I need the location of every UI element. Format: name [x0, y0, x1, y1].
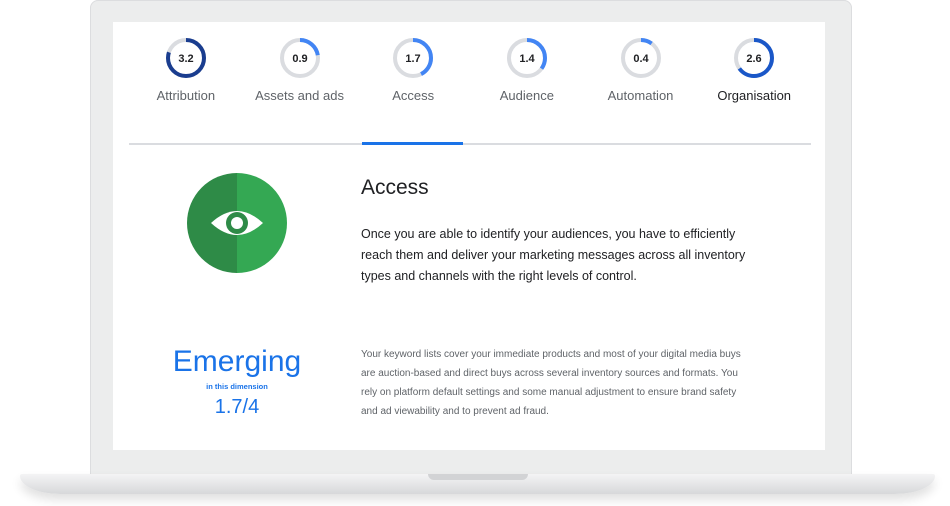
gauge-value: 0.4	[633, 53, 649, 65]
gauge-value: 1.4	[519, 53, 535, 65]
score-gauge: 1.4	[506, 38, 547, 78]
laptop-base	[20, 474, 935, 494]
score-gauge: 2.6	[734, 38, 775, 78]
tab-label: Assets and ads	[255, 88, 344, 103]
tab-label: Audience	[499, 88, 554, 103]
tab-label: Automation	[607, 88, 674, 103]
laptop-lid: 3.2 Attribution 0.9 Assets and ads 1.7 A…	[90, 0, 852, 478]
gauge-value: 1.7	[406, 53, 421, 65]
tab-label: Attribution	[156, 88, 216, 103]
laptop-screen: 3.2 Attribution 0.9 Assets and ads 1.7 A…	[113, 22, 825, 450]
eye-icon	[211, 211, 263, 235]
tab-divider	[129, 143, 811, 145]
level-subtitle: in this dimension	[206, 382, 268, 391]
gauge-value: 0.9	[292, 53, 307, 65]
tab-organisation[interactable]: 2.6 Organisation	[697, 36, 811, 132]
laptop-base-notch	[428, 474, 528, 480]
tab-access[interactable]: 1.7 Access	[356, 36, 470, 132]
tab-audience[interactable]: 1.4 Audience	[470, 36, 584, 132]
score-gauge: 0.9	[279, 38, 320, 78]
active-tab-indicator	[362, 142, 463, 145]
maturity-level: Emerging in this dimension 1.7/4	[161, 344, 313, 419]
score-gauge: 3.2	[165, 38, 206, 78]
section-description: Once you are able to identify your audie…	[361, 227, 746, 283]
gauge-value: 2.6	[747, 53, 762, 65]
score-gauge: 1.7	[393, 38, 434, 78]
tab-assets-and-ads[interactable]: 0.9 Assets and ads	[243, 36, 357, 132]
gauge-value: 3.2	[178, 53, 193, 65]
level-score: 1.7/4	[214, 396, 260, 418]
section-title: Access	[361, 176, 429, 199]
tab-automation[interactable]: 0.4 Automation	[584, 36, 698, 132]
dimension-tabs: 3.2 Attribution 0.9 Assets and ads 1.7 A…	[129, 36, 811, 132]
tab-label: Organisation	[717, 88, 792, 103]
level-name: Emerging	[172, 345, 302, 378]
tab-label: Access	[392, 88, 435, 103]
dimension-icon-badge	[187, 173, 287, 273]
level-description: Your keyword lists cover your immediate …	[361, 349, 741, 417]
tab-attribution[interactable]: 3.2 Attribution	[129, 36, 243, 132]
score-gauge: 0.4	[620, 38, 661, 78]
